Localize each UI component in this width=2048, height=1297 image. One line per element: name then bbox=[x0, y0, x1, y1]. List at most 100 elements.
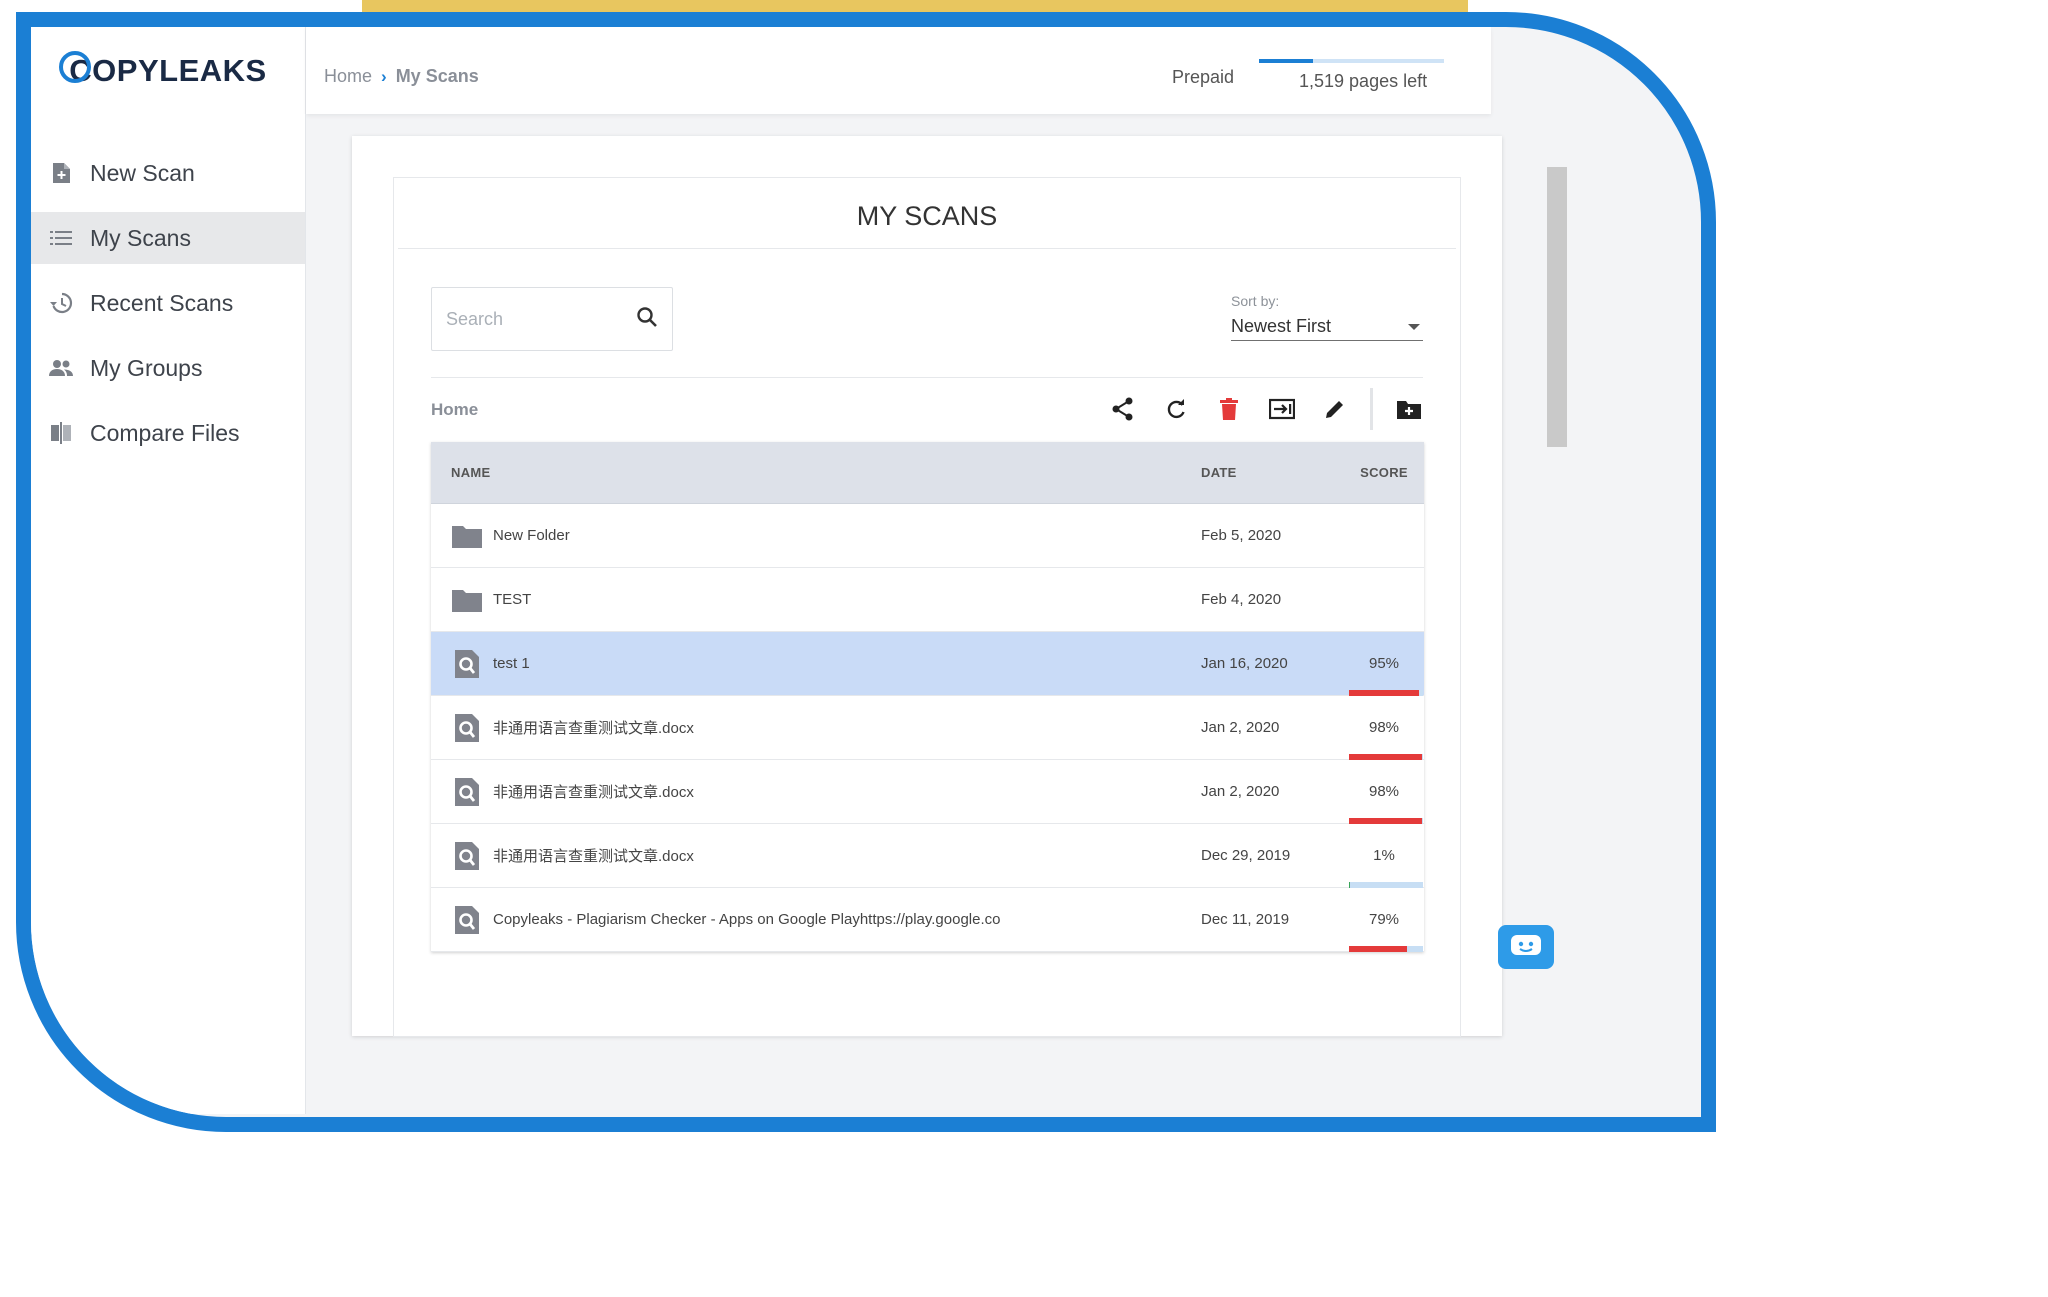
search-box[interactable] bbox=[431, 287, 673, 351]
refresh-icon[interactable] bbox=[1149, 387, 1202, 431]
delete-icon[interactable] bbox=[1202, 387, 1255, 431]
sidebar-item-my-groups[interactable]: My Groups bbox=[31, 342, 305, 394]
score-bar bbox=[1349, 946, 1423, 952]
score-bar-fill bbox=[1349, 946, 1408, 952]
edit-icon[interactable] bbox=[1308, 387, 1361, 431]
row-name: TEST bbox=[431, 585, 1201, 615]
table-row[interactable]: 非通用语言查重测试文章.docx Jan 2, 2020 98% bbox=[431, 760, 1424, 824]
scans-panel: MY SCANS Sort by: Newest First Home bbox=[393, 177, 1461, 1037]
copyleaks-logo: COPYLEAKS bbox=[59, 50, 267, 89]
row-name: New Folder bbox=[431, 521, 1201, 551]
row-date: Feb 5, 2020 bbox=[1201, 527, 1282, 544]
caret-down-icon bbox=[1408, 323, 1420, 330]
sidebar-item-new-scan[interactable]: New Scan bbox=[31, 147, 305, 199]
pages-usage-bar bbox=[1259, 59, 1444, 63]
row-name: Copyleaks - Plagiarism Checker - Apps on… bbox=[431, 905, 1201, 935]
row-date: Feb 4, 2020 bbox=[1201, 591, 1282, 608]
scrollbar[interactable] bbox=[1547, 167, 1567, 447]
breadcrumb-current: My Scans bbox=[395, 66, 479, 86]
row-name: test 1 bbox=[431, 649, 1201, 679]
column-name[interactable]: NAME bbox=[431, 465, 1201, 480]
app-frame: COPYLEAKS Home › My Scans Prepaid 1,519 … bbox=[16, 12, 1716, 1132]
search-input[interactable] bbox=[444, 307, 636, 331]
actions-toolbar bbox=[1096, 387, 1435, 431]
column-date[interactable]: DATE bbox=[1201, 465, 1346, 480]
chevron-right-icon: › bbox=[381, 66, 387, 86]
row-name: 非通用语言查重测试文章.docx bbox=[431, 777, 1201, 807]
chat-button[interactable] bbox=[1498, 925, 1554, 969]
people-icon bbox=[49, 356, 73, 380]
move-icon[interactable] bbox=[1255, 387, 1308, 431]
row-date: Jan 2, 2020 bbox=[1201, 719, 1280, 736]
row-name-text: 非通用语言查重测试文章.docx bbox=[493, 784, 694, 801]
row-name: 非通用语言查重测试文章.docx bbox=[431, 841, 1201, 871]
scan-file-icon bbox=[452, 841, 482, 871]
sort-label: Sort by: bbox=[1231, 293, 1280, 309]
page-title: MY SCANS bbox=[398, 178, 1456, 249]
breadcrumb-home[interactable]: Home bbox=[324, 66, 372, 87]
row-score: 1% bbox=[1373, 847, 1395, 864]
column-score[interactable]: SCORE bbox=[1346, 465, 1424, 480]
row-name-text: Copyleaks - Plagiarism Checker - Apps on… bbox=[493, 911, 1001, 928]
folder-icon bbox=[452, 585, 482, 615]
row-name-text: 非通用语言查重测试文章.docx bbox=[493, 848, 694, 865]
folder-breadcrumb[interactable]: Home bbox=[431, 400, 478, 420]
table-row[interactable]: 非通用语言查重测试文章.docx Jan 2, 2020 98% bbox=[431, 696, 1424, 760]
scan-file-icon bbox=[452, 777, 482, 807]
new-file-icon bbox=[49, 161, 73, 185]
sidebar-item-recent-scans[interactable]: Recent Scans bbox=[31, 277, 305, 329]
breadcrumb: Home › My Scans bbox=[324, 66, 479, 87]
logo-ring-icon bbox=[59, 50, 92, 83]
scan-file-icon bbox=[452, 713, 482, 743]
table-row[interactable]: test 1 Jan 16, 2020 95% bbox=[431, 632, 1424, 696]
share-icon[interactable] bbox=[1096, 387, 1149, 431]
sidebar-item-label: New Scan bbox=[90, 159, 195, 186]
row-name-text: New Folder bbox=[493, 527, 570, 544]
scan-file-icon bbox=[452, 905, 482, 935]
row-date: Dec 11, 2019 bbox=[1201, 911, 1290, 928]
divider bbox=[431, 377, 1423, 378]
sidebar-item-label: Compare Files bbox=[90, 419, 240, 446]
table-row[interactable]: Copyleaks - Plagiarism Checker - Apps on… bbox=[431, 888, 1424, 952]
sort-select[interactable]: Newest First bbox=[1231, 313, 1423, 341]
sidebar-item-compare-files[interactable]: Compare Files bbox=[31, 407, 305, 459]
sort-value: Newest First bbox=[1231, 316, 1332, 336]
top-bar: Home › My Scans Prepaid 1,519 pages left bbox=[306, 27, 1491, 114]
row-score: 79% bbox=[1368, 911, 1400, 928]
compare-icon bbox=[49, 421, 73, 445]
scans-table: NAME DATE SCORE New Folder Feb 5, 2020 TES… bbox=[431, 442, 1424, 952]
row-name-text: 非通用语言查重测试文章.docx bbox=[493, 720, 694, 737]
table-header: NAME DATE SCORE bbox=[431, 442, 1424, 504]
table-row[interactable]: 非通用语言查重测试文章.docx Dec 29, 2019 1% bbox=[431, 824, 1424, 888]
sidebar-item-label: My Groups bbox=[90, 354, 203, 381]
row-date: Jan 16, 2020 bbox=[1201, 655, 1288, 672]
list-icon bbox=[49, 226, 73, 250]
folder-icon bbox=[452, 521, 482, 551]
plan-label: Prepaid bbox=[1172, 67, 1235, 87]
sidebar-item-my-scans[interactable]: My Scans bbox=[31, 212, 305, 264]
sidebar: New Scan My Scans Recent Scans My Groups… bbox=[31, 114, 306, 1114]
new-folder-icon[interactable] bbox=[1382, 387, 1435, 431]
row-name-text: test 1 bbox=[493, 655, 530, 672]
logo-area[interactable]: COPYLEAKS bbox=[31, 27, 306, 114]
search-icon[interactable] bbox=[636, 306, 658, 333]
history-icon bbox=[49, 291, 73, 315]
row-name-text: TEST bbox=[493, 591, 532, 608]
table-row[interactable]: TEST Feb 4, 2020 bbox=[431, 568, 1424, 632]
row-score: 98% bbox=[1368, 719, 1400, 736]
row-date: Jan 2, 2020 bbox=[1201, 783, 1280, 800]
pages-left: 1,519 pages left bbox=[1299, 71, 1428, 91]
sidebar-item-label: Recent Scans bbox=[90, 289, 234, 316]
table-body: New Folder Feb 5, 2020 TEST Feb 4, 2020 test… bbox=[431, 504, 1424, 952]
scan-file-icon bbox=[452, 649, 482, 679]
row-score: 98% bbox=[1368, 783, 1400, 800]
table-row[interactable]: New Folder Feb 5, 2020 bbox=[431, 504, 1424, 568]
toolbar-divider bbox=[1370, 388, 1373, 430]
main-card: MY SCANS Sort by: Newest First Home bbox=[352, 136, 1502, 1037]
chat-bot-icon bbox=[1511, 935, 1541, 955]
sort-dropdown[interactable]: Sort by: Newest First bbox=[1231, 293, 1423, 341]
sidebar-item-label: My Scans bbox=[90, 224, 191, 251]
row-name: 非通用语言查重测试文章.docx bbox=[431, 713, 1201, 743]
row-date: Dec 29, 2019 bbox=[1201, 847, 1291, 864]
logo-text: COPYLEAKS bbox=[69, 52, 267, 88]
